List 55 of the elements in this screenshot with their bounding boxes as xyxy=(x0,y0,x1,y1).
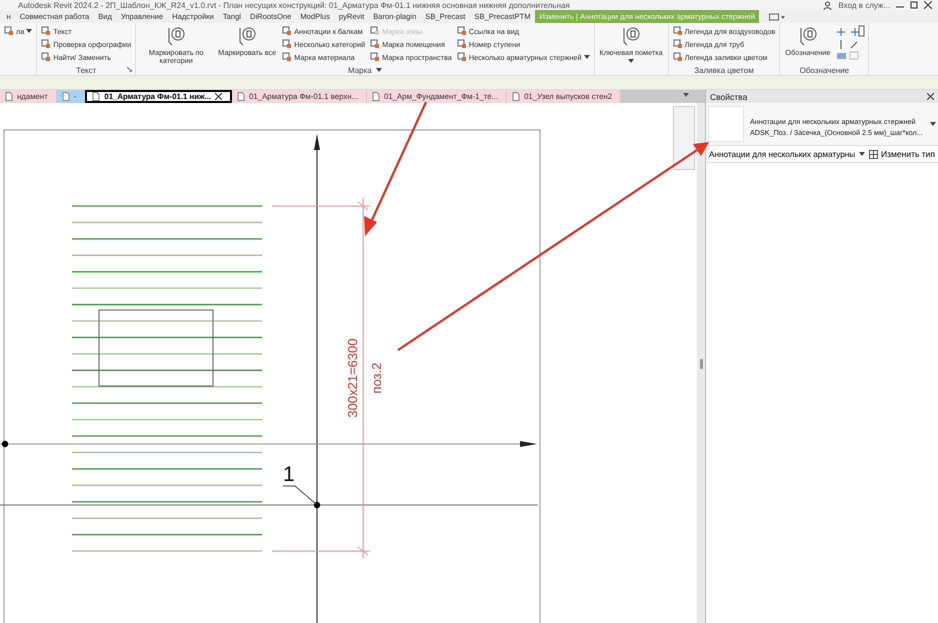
tool-icon xyxy=(41,39,52,49)
document-icon xyxy=(92,92,100,101)
tag-number: 1 xyxy=(283,463,295,486)
user-icon xyxy=(823,0,832,10)
caret-icon xyxy=(930,122,936,126)
panel-title: Свойства xyxy=(710,92,748,102)
tool-icon xyxy=(370,39,380,49)
close-icon[interactable] xyxy=(927,93,934,100)
tool-icon xyxy=(41,52,52,62)
edit-type-button[interactable]: Изменить тип xyxy=(869,149,935,159)
tool-icon xyxy=(672,26,683,36)
navigation-bar[interactable] xyxy=(673,106,695,170)
tool-icon xyxy=(456,52,467,62)
panel-title: Текст xyxy=(76,66,96,74)
document-icon xyxy=(5,92,13,101)
caret-icon xyxy=(859,152,866,156)
panel-title: Марка xyxy=(348,66,372,75)
tool-icon xyxy=(282,26,292,36)
position-mark: поз.2 xyxy=(369,362,384,394)
caret-icon xyxy=(26,29,32,33)
axis-point xyxy=(2,440,8,448)
panel-toggle-icon[interactable] xyxy=(769,12,786,20)
tool-icon xyxy=(282,52,292,62)
caret-icon xyxy=(584,55,590,59)
panel-title: Обозначение xyxy=(800,66,850,74)
panel-title: Заливка цветом xyxy=(694,66,754,74)
tool-icon xyxy=(672,52,683,62)
tool-icon xyxy=(456,39,467,49)
scrollbar[interactable] xyxy=(697,103,705,623)
caret-icon[interactable] xyxy=(376,68,382,72)
close-icon[interactable] xyxy=(924,1,932,9)
leader-line xyxy=(282,486,316,504)
edit-type-icon xyxy=(869,150,878,158)
tool-icon xyxy=(41,26,52,36)
sign-in-link[interactable]: Вход в служ... xyxy=(838,0,890,10)
document-icon xyxy=(512,92,520,101)
dialog-launcher-icon[interactable] xyxy=(127,67,132,72)
maximize-icon[interactable] xyxy=(910,1,918,9)
tool-icon xyxy=(370,26,380,36)
caret-icon[interactable] xyxy=(683,93,689,97)
axis-point xyxy=(314,502,320,508)
window-title: Autodesk Revit 2024.2 - 2П_Шаблон_КЖ_R24_v1.0.rvt - План несущих конструкций: 01_Арматура Фм-01.1 нижняя основная нижняя дополнительная xyxy=(18,0,571,10)
document-icon xyxy=(62,92,70,101)
instance-filter-dropdown[interactable]: Аннотации для нескольких арматурны xyxy=(709,150,856,158)
close-icon[interactable] xyxy=(215,93,222,100)
tool-icon xyxy=(672,39,683,49)
document-icon xyxy=(237,92,246,101)
tool-icon xyxy=(4,26,14,36)
tool-icon xyxy=(282,39,292,49)
tool-icon xyxy=(456,26,467,36)
dimension-text: 300x21=6300 xyxy=(345,338,360,418)
document-icon xyxy=(372,92,380,101)
tool-icon xyxy=(370,52,380,62)
caret-icon xyxy=(628,59,634,64)
type-preview xyxy=(708,106,744,142)
